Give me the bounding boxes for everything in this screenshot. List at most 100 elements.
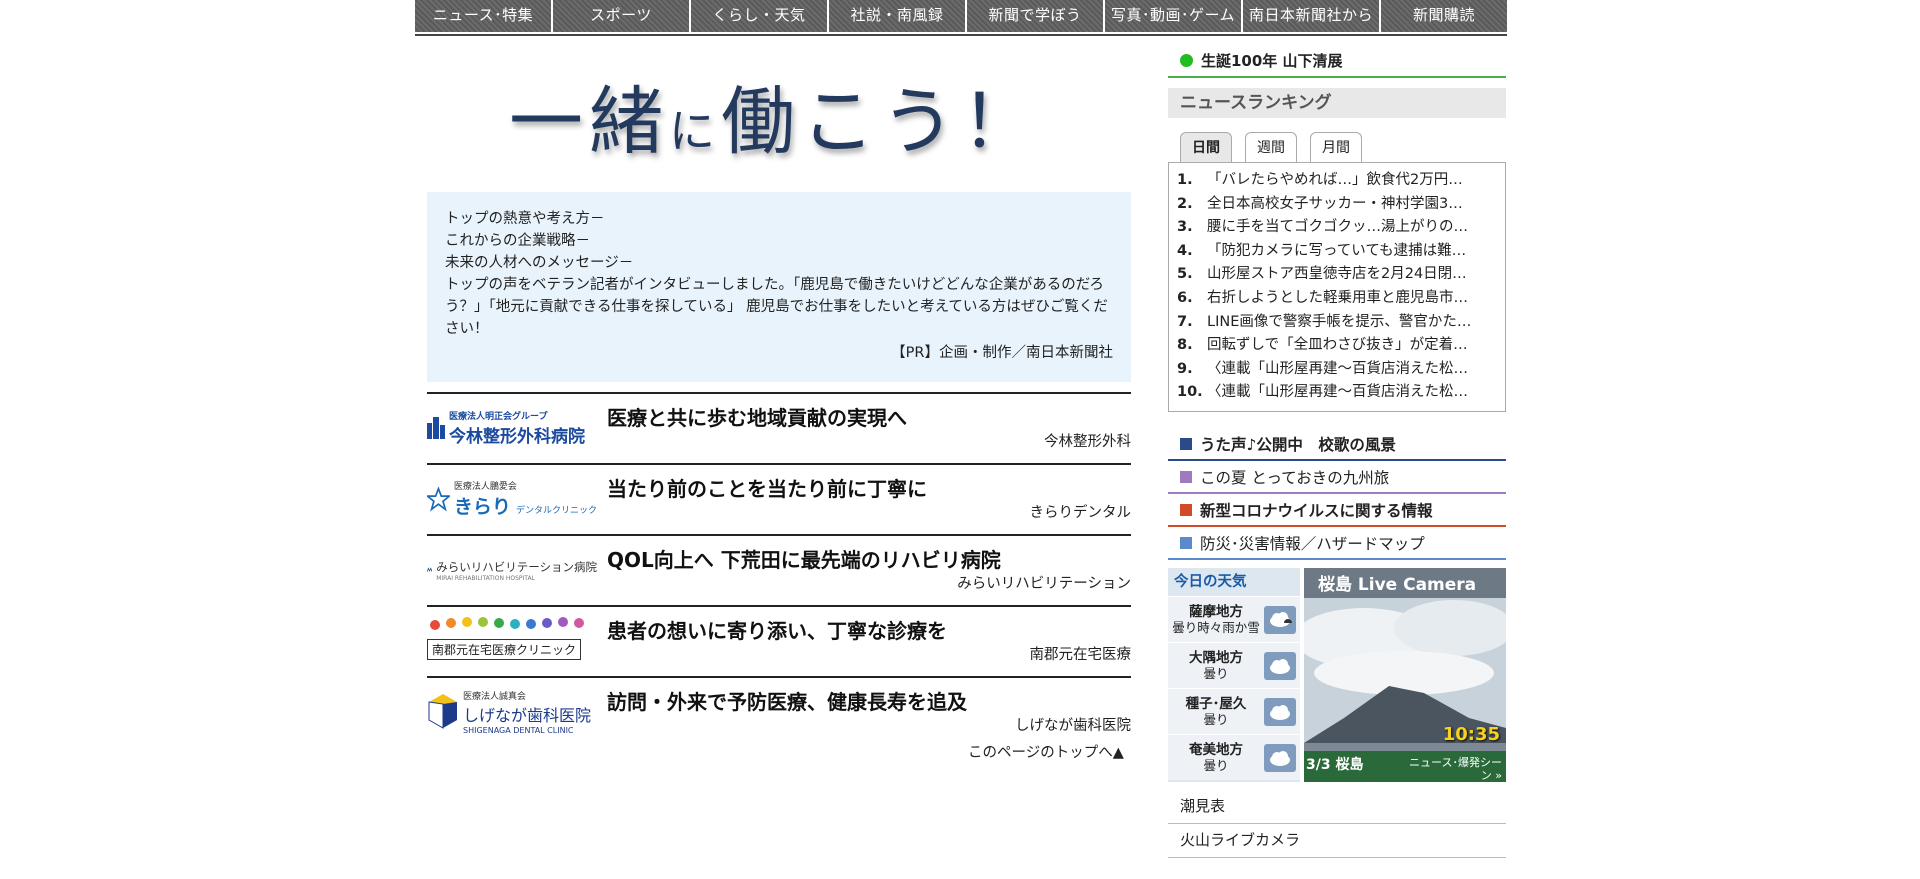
weather-area: 大隅地方	[1189, 649, 1243, 666]
rank-title: 右折しようとした軽乗用車と鹿児島市…	[1207, 289, 1468, 306]
banner-covid-info[interactable]: 新型コロナウイルスに関する情報	[1168, 494, 1506, 527]
banner-disaster-info[interactable]: 防災･災害情報／ハザードマップ	[1168, 527, 1506, 560]
live-camera[interactable]: 桜島 Live Camera 10:35 3/3 桜島 ニュース･爆発シーン »	[1304, 568, 1506, 782]
article-headline[interactable]: 当たり前のことを当たり前に丁寧に	[607, 473, 927, 502]
ranking-item[interactable]: 8. 回転ずしで「全皿わさび抜き」が定着…	[1177, 334, 1505, 358]
weather-widget: 今日の天気 薩摩地方 曇り時々雨か雪 大隅地方 曇り 種子･屋久 曇り 奄美地方 曇り	[1168, 568, 1506, 782]
weather-condition: 曇り	[1203, 711, 1229, 727]
ranking-item[interactable]: 1. 「バレたらやめれば…」飲食代2万円…	[1177, 169, 1505, 193]
cloud-icon	[1264, 651, 1296, 680]
tab-monthly[interactable]: 月間	[1310, 132, 1362, 162]
nav-sports[interactable]: スポーツ	[553, 0, 691, 32]
tide-table-link[interactable]: 潮見表	[1168, 790, 1506, 824]
rank-title: 腰に手を当てゴクゴクッ…湯上がりの…	[1207, 219, 1468, 236]
rank-number: 8.	[1177, 337, 1193, 354]
camera-title: 桜島 Live Camera	[1318, 575, 1477, 595]
article-row[interactable]: 医療法人鵬愛会 きらり デンタルクリニック 当たり前のことを当たり前に丁寧に き…	[427, 463, 1131, 534]
rank-number: 7.	[1177, 313, 1193, 330]
logo-subtitle: MIRAI REHABILITATION HOSPITAL	[436, 574, 535, 582]
weather-area: 薩摩地方	[1189, 603, 1243, 620]
nav-from-company[interactable]: 南日本新聞社から	[1243, 0, 1381, 32]
nav-life-weather[interactable]: くらし・天気	[691, 0, 829, 32]
cloud-icon	[1264, 743, 1296, 772]
article-sponsor: 今林整形外科	[1044, 434, 1131, 450]
weather-forecast[interactable]: 今日の天気 薩摩地方 曇り時々雨か雪 大隅地方 曇り 種子･屋久 曇り 奄美地方 曇り	[1168, 568, 1300, 782]
hero-title: 一緒に働こう！	[509, 62, 1041, 169]
intro-box: トップの熱意や考え方－ これからの企業戦略－ 未来の人材へのメッセージ－ トップ…	[427, 192, 1131, 382]
ranking-tabs: 日間 週間 月間	[1168, 132, 1506, 162]
purple-square-icon	[1180, 470, 1192, 483]
article-headline[interactable]: QOL向上へ 下荒田に最先端のリハビリ病院	[607, 544, 1001, 573]
camera-caption-link[interactable]: ニュース･爆発シーン »	[1406, 756, 1502, 782]
banner-kyushu-travel[interactable]: この夏 とっておきの九州旅	[1168, 461, 1506, 494]
rank-title: 山形屋ストア西皇徳寺店を2月24日閉…	[1207, 266, 1467, 283]
ranking-item[interactable]: 9. 〈連載「山形屋再建～百貨店消えた松…	[1177, 358, 1505, 382]
mirai-logo[interactable]: みらいリハビリテーション病院 MIRAI REHABILITATION HOSP…	[427, 546, 597, 594]
article-row[interactable]: 医療法人誠真会 しげなが歯科医院 SHIGENAGA DENTAL CLINIC…	[427, 676, 1131, 747]
m-mark-icon	[427, 567, 433, 572]
weather-row: 薩摩地方 曇り時々雨か雪	[1168, 596, 1300, 642]
banner-label: 新型コロナウイルスに関する情報	[1200, 501, 1433, 520]
ranking-title: ニュースランキング	[1168, 88, 1506, 118]
hero-title-part3: 働こう！	[721, 78, 1041, 165]
weather-title: 今日の天気	[1168, 568, 1300, 596]
ranking-item[interactable]: 4. 「防犯カメラに写っていても逮捕は難…	[1177, 240, 1505, 264]
tab-daily[interactable]: 日間	[1180, 132, 1232, 162]
rank-title: 回転ずしで「全皿わさび抜き」が定着…	[1207, 337, 1468, 354]
hero-title-part2: に	[669, 103, 721, 158]
star-icon	[427, 486, 450, 512]
hospital-building-icon	[427, 417, 445, 439]
banner-label: 防災･災害情報／ハザードマップ	[1200, 534, 1425, 553]
article-headline[interactable]: 医療と共に歩む地域貢献の実現へ	[607, 402, 907, 431]
kirari-logo[interactable]: 医療法人鵬愛会 きらり デンタルクリニック	[427, 475, 597, 523]
article-sponsor: 南郡元在宅医療	[1029, 647, 1132, 663]
page-top-link[interactable]: このページのトップへ▲	[968, 741, 1124, 762]
banner-school-songs[interactable]: うた声♪公開中 校歌の風景	[1168, 428, 1506, 461]
article-list: 医療法人明正会グループ 今林整形外科病院 医療と共に歩む地域貢献の実現へ 今林整…	[427, 392, 1131, 747]
rank-title: 〈連載「山形屋再建～百貨店消えた松…	[1207, 360, 1468, 377]
logo-title: しげなが歯科医院	[463, 706, 592, 725]
red-square-icon	[1180, 503, 1192, 516]
article-row[interactable]: 南郡元在宅医療クリニック 患者の想いに寄り添い、丁寧な診療を 南郡元在宅医療	[427, 605, 1131, 676]
minamikorimoto-logo[interactable]: 南郡元在宅医療クリニック	[427, 617, 597, 665]
weather-area: 奄美地方	[1189, 741, 1243, 758]
logo-title: 今林整形外科病院	[449, 427, 585, 447]
article-headline[interactable]: 患者の想いに寄り添い、丁寧な診療を	[607, 615, 947, 644]
tab-weekly[interactable]: 週間	[1245, 132, 1297, 162]
navy-square-icon	[1180, 437, 1192, 450]
rank-title: 全日本高校女子サッカー・神村学園3…	[1207, 195, 1463, 212]
logo-title: 南郡元在宅医療クリニック	[427, 639, 582, 660]
logo-title: きらり	[453, 496, 511, 518]
ranking-item[interactable]: 10. 〈連載「山形屋再建～百貨店消えた松…	[1177, 381, 1505, 405]
feature-banners: うた声♪公開中 校歌の風景 この夏 とっておきの九州旅 新型コロナウイルスに関す…	[1168, 428, 1506, 560]
rank-number: 6.	[1177, 289, 1193, 306]
exhibition-link[interactable]: 生誕100年 山下清展	[1168, 44, 1506, 78]
intro-body: トップの声をベテラン記者がインタビューしました。「鹿児島で働きたいけどどんな企業…	[445, 277, 1108, 337]
sidebar: 生誕100年 山下清展 ニュースランキング 日間 週間 月間 1. 「バレたらやめ…	[1168, 44, 1506, 858]
logo-subtitle: 医療法人誠真会	[463, 692, 527, 702]
article-row[interactable]: みらいリハビリテーション病院 MIRAI REHABILITATION HOSP…	[427, 534, 1131, 605]
ranking-item[interactable]: 6. 右折しようとした軽乗用車と鹿児島市…	[1177, 287, 1505, 311]
ranking-item[interactable]: 3. 腰に手を当てゴクゴクッ…湯上がりの…	[1177, 216, 1505, 240]
shigenaga-logo[interactable]: 医療法人誠真会 しげなが歯科医院 SHIGENAGA DENTAL CLINIC	[427, 688, 597, 736]
colored-dots-icon	[430, 617, 584, 630]
blue-square-icon	[1180, 536, 1192, 549]
ranking-item[interactable]: 5. 山形屋ストア西皇徳寺店を2月24日閉…	[1177, 263, 1505, 287]
imabayashi-logo[interactable]: 医療法人明正会グループ 今林整形外科病院	[427, 404, 597, 452]
ranking-item[interactable]: 2. 全日本高校女子サッカー・神村学園3…	[1177, 193, 1505, 217]
article-headline[interactable]: 訪問・外来で予防医療、健康長寿を追及	[607, 686, 967, 715]
nav-editorial[interactable]: 社説・南風録	[829, 0, 967, 32]
nav-news[interactable]: ニュース･特集	[415, 0, 553, 32]
nav-subscribe[interactable]: 新聞購読	[1381, 0, 1507, 32]
nav-photo-video-game[interactable]: 写真･動画･ゲーム	[1105, 0, 1243, 32]
article-row[interactable]: 医療法人明正会グループ 今林整形外科病院 医療と共に歩む地域貢献の実現へ 今林整…	[427, 392, 1131, 463]
rank-title: 「防犯カメラに写っていても逮捕は難…	[1207, 242, 1467, 259]
intro-line: これからの企業戦略－	[445, 233, 590, 249]
article-sponsor: きらりデンタル	[1029, 505, 1132, 521]
volcano-camera-link[interactable]: 火山ライブカメラ	[1168, 824, 1506, 858]
pr-credit: 【PR】企画・制作／南日本新聞社	[891, 345, 1113, 361]
rank-number: 5.	[1177, 266, 1193, 283]
camera-caption-date: 3/3 桜島	[1306, 757, 1364, 773]
ranking-item[interactable]: 7. LINE画像で警察手帳を提示、警官かた…	[1177, 311, 1505, 335]
nav-learn[interactable]: 新聞で学ぼう	[967, 0, 1105, 32]
